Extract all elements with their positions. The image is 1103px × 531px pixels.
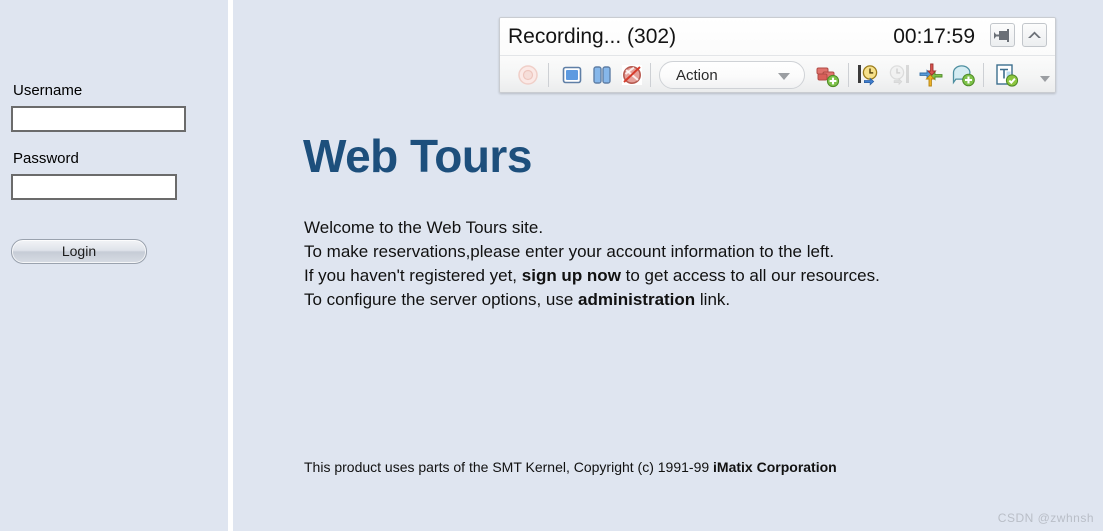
- username-label: Username: [13, 82, 83, 99]
- welcome-text: Welcome to the Web Tours site. To make r…: [304, 216, 1064, 312]
- imatix-corporation-link: iMatix Corporation: [713, 459, 837, 475]
- action-dropdown[interactable]: Action: [659, 61, 805, 89]
- action-dropdown-label: Action: [676, 67, 718, 84]
- dock-icon: [994, 29, 1009, 42]
- welcome-line-4-suffix: link.: [695, 290, 731, 309]
- welcome-line-3: If you haven't registered yet, sign up n…: [304, 264, 1064, 288]
- footer-copyright-text: This product uses parts of the SMT Kerne…: [304, 459, 714, 475]
- login-form: Username Password Login: [0, 82, 228, 264]
- insert-text-checkpoint-button[interactable]: [992, 61, 1020, 89]
- chevron-down-icon: [778, 73, 790, 80]
- password-input[interactable]: [11, 174, 177, 200]
- recording-toolbar: Recording... (302) 00:17:59 Action: [499, 17, 1056, 93]
- footer-copyright: This product uses parts of the SMT Kerne…: [304, 458, 837, 476]
- insert-rendezvous-button[interactable]: [917, 61, 945, 89]
- welcome-line-4: To configure the server options, use adm…: [304, 288, 1064, 312]
- toolbar-separator-4: [983, 63, 984, 87]
- stop-square-icon: [562, 66, 582, 84]
- recorder-status-title: Recording... (302): [508, 25, 677, 48]
- steps-plus-icon: [816, 67, 840, 88]
- login-button[interactable]: Login: [11, 239, 147, 264]
- toolbar-separator-3: [848, 63, 849, 87]
- insert-step-button[interactable]: [813, 61, 841, 89]
- pause-bars-icon: [593, 66, 611, 84]
- sign-up-now-link[interactable]: sign up now: [522, 266, 621, 285]
- password-label: Password: [13, 150, 79, 167]
- toolbar-overflow-button[interactable]: [1040, 76, 1050, 82]
- comment-plus-icon: [952, 65, 975, 87]
- insert-end-transaction-button[interactable]: [885, 61, 913, 89]
- rendezvous-arrows-icon: [919, 63, 943, 87]
- insert-start-transaction-button[interactable]: [855, 61, 883, 89]
- welcome-line-3-suffix: to get access to all our resources.: [620, 266, 880, 285]
- recorder-timer: 00:17:59: [893, 25, 975, 48]
- chevron-up-icon: [1028, 31, 1041, 38]
- toolbar-separator-2: [650, 63, 651, 87]
- administration-link[interactable]: administration: [578, 290, 695, 309]
- text-checkpoint-icon: [996, 64, 1019, 87]
- transaction-end-icon: [889, 65, 909, 86]
- watermark: CSDN @zwhnsh: [997, 511, 1094, 525]
- welcome-line-4-prefix: To configure the server options, use: [304, 290, 579, 309]
- no-entry-icon: [622, 65, 642, 85]
- record-button[interactable]: [514, 61, 542, 89]
- recorder-titlebar: Recording... (302) 00:17:59: [500, 18, 1055, 56]
- transaction-start-icon: [858, 65, 878, 86]
- recorder-toolbar-row: Action: [500, 56, 1055, 92]
- insert-comment-button[interactable]: [949, 61, 977, 89]
- welcome-line-1: Welcome to the Web Tours site.: [304, 218, 544, 237]
- pause-button[interactable]: [588, 61, 616, 89]
- welcome-line-3-prefix: If you haven't registered yet,: [304, 266, 522, 285]
- stop-button[interactable]: [558, 61, 586, 89]
- cancel-button[interactable]: [618, 61, 646, 89]
- welcome-line-2: To make reservations,please enter your a…: [304, 242, 835, 261]
- login-button-wrap: Login: [0, 239, 228, 264]
- toolbar-separator-1: [548, 63, 549, 87]
- page-root: Username Password Login Web Tours Welcom…: [0, 0, 1103, 531]
- collapse-button[interactable]: [1022, 23, 1047, 47]
- page-title: Web Tours: [303, 130, 532, 182]
- login-panel: Username Password Login: [0, 0, 228, 531]
- dock-button[interactable]: [990, 23, 1015, 47]
- record-icon: [518, 65, 538, 85]
- username-input[interactable]: [11, 106, 186, 132]
